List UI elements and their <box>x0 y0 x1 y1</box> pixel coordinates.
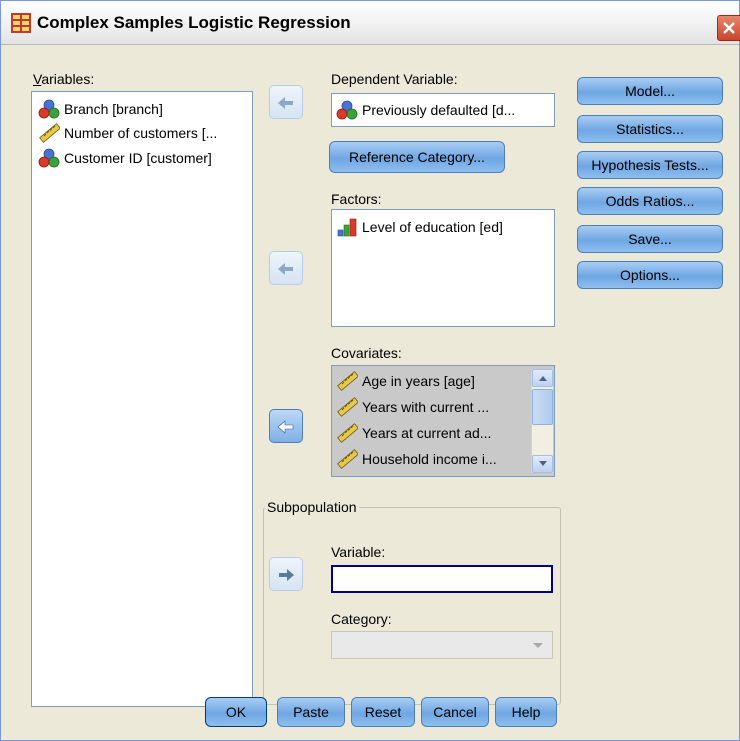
list-item-label: Level of education [ed] <box>362 219 503 235</box>
dependent-variable-field[interactable]: Previously defaulted [d... <box>331 93 555 127</box>
list-item-label: Branch [branch] <box>64 101 163 117</box>
list-item[interactable]: Age in years [age] <box>336 370 475 392</box>
statistics-button[interactable]: Statistics... <box>577 115 723 143</box>
list-item-label: Household income i... <box>362 451 497 467</box>
scale-icon <box>337 371 358 391</box>
scroll-up-button[interactable] <box>532 369 553 387</box>
scroll-thumb[interactable] <box>532 389 553 425</box>
covariates-scrollbar[interactable] <box>531 369 553 473</box>
subpopulation-title: Subpopulation <box>265 499 359 515</box>
factors-list[interactable]: Level of education [ed] <box>331 209 555 327</box>
arrow-left-icon <box>277 420 294 434</box>
move-to-covariates-button[interactable] <box>269 409 303 443</box>
arrow-left-icon <box>278 263 293 275</box>
scale-icon <box>337 423 358 443</box>
dependent-variable-label: Dependent Variable: <box>331 71 458 87</box>
subpopulation-group <box>263 507 561 705</box>
variables-label: Variables: <box>33 71 95 87</box>
move-to-dependent-button[interactable] <box>269 85 303 119</box>
list-item[interactable]: Number of customers [... <box>38 122 217 144</box>
move-to-factors-button[interactable] <box>269 251 303 285</box>
scale-icon <box>39 123 60 143</box>
covariates-list[interactable]: Age in years [age] Years with current ..… <box>331 365 555 477</box>
chevron-down-icon <box>538 461 547 466</box>
window-title: Complex Samples Logistic Regression <box>37 13 351 32</box>
options-button[interactable]: Options... <box>577 261 723 289</box>
app-grid-icon <box>11 13 31 33</box>
reference-category-button[interactable]: Reference Category... <box>329 141 505 173</box>
dialog-window: Complex Samples Logistic Regression Vari… <box>0 0 740 741</box>
scroll-down-button[interactable] <box>532 455 553 473</box>
list-item-label: Age in years [age] <box>362 373 475 389</box>
ok-button[interactable]: OK <box>205 697 267 727</box>
odds-ratios-button[interactable]: Odds Ratios... <box>577 187 723 215</box>
list-item[interactable]: Years at current ad... <box>336 422 491 444</box>
subpopulation-category-select[interactable] <box>331 631 553 659</box>
reset-button[interactable]: Reset <box>351 697 415 727</box>
nominal-icon <box>38 148 60 168</box>
factors-label: Factors: <box>331 191 382 207</box>
list-item[interactable]: Customer ID [customer] <box>38 147 212 169</box>
cancel-button[interactable]: Cancel <box>421 697 489 727</box>
variables-list[interactable]: Branch [branch] Number of customers [...… <box>31 91 253 707</box>
list-item[interactable]: Level of education [ed] <box>336 216 503 238</box>
nominal-icon <box>336 100 358 120</box>
subpopulation-variable-label: Variable: <box>331 544 386 560</box>
dependent-variable-value: Previously defaulted [d... <box>362 102 516 118</box>
save-button[interactable]: Save... <box>577 225 723 253</box>
model-button[interactable]: Model... <box>577 77 723 105</box>
title-bar: Complex Samples Logistic Regression <box>1 1 740 45</box>
close-button[interactable] <box>717 15 740 41</box>
chevron-up-icon <box>538 376 547 381</box>
nominal-icon <box>38 99 60 119</box>
chevron-down-icon <box>533 643 543 648</box>
covariates-label: Covariates: <box>331 345 402 361</box>
list-item[interactable]: Branch [branch] <box>38 98 163 120</box>
list-item-label: Number of customers [... <box>64 125 218 141</box>
close-icon <box>723 22 735 34</box>
paste-button[interactable]: Paste <box>277 697 345 727</box>
arrow-left-icon <box>278 97 293 109</box>
subpopulation-variable-field[interactable] <box>331 565 553 593</box>
list-item-label: Years with current ... <box>362 399 490 415</box>
scale-icon <box>337 449 358 469</box>
list-item[interactable]: Household income i... <box>336 448 497 470</box>
subpopulation-category-label: Category: <box>331 611 392 627</box>
scale-icon <box>337 397 358 417</box>
list-item-label: Customer ID [customer] <box>64 150 212 166</box>
ordinal-icon <box>337 218 357 237</box>
hypothesis-tests-button[interactable]: Hypothesis Tests... <box>577 151 723 179</box>
list-item[interactable]: Years with current ... <box>336 396 489 418</box>
list-item-label: Years at current ad... <box>362 425 492 441</box>
help-button[interactable]: Help <box>495 697 557 727</box>
